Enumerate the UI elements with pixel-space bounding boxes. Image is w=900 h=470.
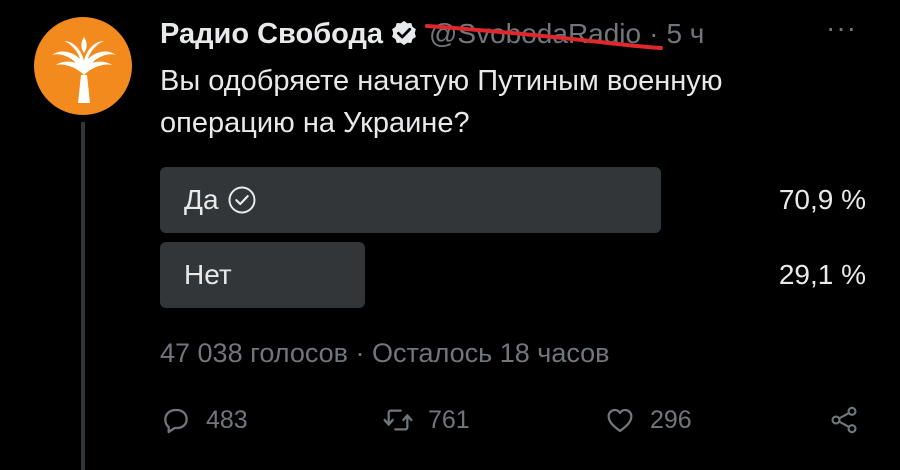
tweet-text: Вы одобряете начатую Путиным военную опе… (160, 65, 723, 139)
retweet-count: 761 (428, 405, 470, 434)
reply-icon (164, 408, 188, 434)
author-name[interactable]: Радио Свобода (160, 18, 383, 51)
poll-option-percent: 70,9 % (778, 184, 866, 215)
retweet-button[interactable]: 761 (382, 400, 470, 440)
heart-icon (607, 408, 633, 433)
reply-button[interactable]: 483 (160, 400, 248, 440)
poll-meta: 47 038 голосов · Осталось 18 часов (160, 338, 610, 368)
like-button[interactable]: 296 (604, 400, 692, 440)
poll-option-percent: 29,1 % (778, 259, 866, 290)
poll-option-yes: Да 70,9 % (160, 167, 866, 233)
poll-option-label: Нет (184, 259, 232, 290)
timestamp[interactable]: 5 ч (666, 18, 704, 50)
poll-option-label: Да (184, 184, 219, 215)
tweet-header: Радио Свобода @SvobodaRadio · 5 ч (160, 14, 704, 54)
reply-count: 483 (206, 405, 248, 434)
avatar[interactable] (34, 17, 132, 115)
verified-badge-icon (392, 20, 416, 46)
share-icon (831, 406, 857, 434)
more-options-icon[interactable]: ··· (826, 14, 870, 42)
torch-logo-icon (52, 37, 116, 103)
separator-dot: · (649, 18, 659, 49)
check-circle-icon (228, 186, 256, 214)
poll-option-no: Нет 29,1 % (160, 242, 866, 308)
share-button[interactable] (828, 400, 874, 440)
retweet-icon (383, 409, 413, 431)
thread-line (81, 122, 85, 470)
author-handle[interactable]: @SvobodaRadio (424, 18, 663, 50)
action-bar: 483 761 296 (160, 400, 870, 440)
like-count: 296 (650, 405, 692, 434)
